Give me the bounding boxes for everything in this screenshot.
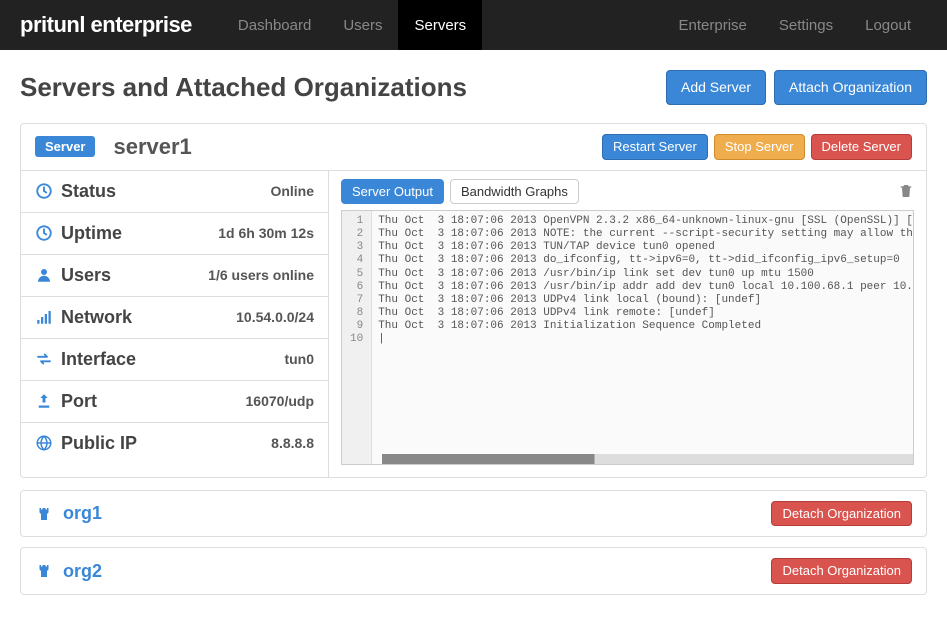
page-header: Servers and Attached Organizations Add S… — [20, 70, 927, 105]
stop-server-button[interactable]: Stop Server — [714, 134, 805, 160]
brand: pritunl enterprise — [20, 12, 192, 38]
navbar: pritunl enterprise Dashboard Users Serve… — [0, 0, 947, 50]
output-column: Server Output Bandwidth Graphs 123456789… — [329, 171, 926, 477]
nav-users[interactable]: Users — [327, 0, 398, 50]
stat-uptime-text: Uptime — [61, 223, 122, 244]
stat-uptime-label: Uptime — [35, 223, 122, 244]
exchange-icon — [35, 350, 53, 368]
detach-organization-button[interactable]: Detach Organization — [771, 501, 912, 527]
header-actions: Add Server Attach Organization — [666, 70, 927, 105]
delete-server-button[interactable]: Delete Server — [811, 134, 912, 160]
stat-public-ip: Public IP 8.8.8.8 — [21, 423, 328, 464]
stat-port-value: 16070/udp — [246, 393, 314, 409]
stat-users-text: Users — [61, 265, 111, 286]
nav-settings[interactable]: Settings — [763, 17, 849, 34]
nav-left: Dashboard Users Servers — [222, 0, 482, 50]
server-badge: Server — [35, 136, 95, 157]
stat-interface-label: Interface — [35, 349, 136, 370]
stat-port: Port 16070/udp — [21, 381, 328, 423]
org-row: org2 Detach Organization — [21, 548, 926, 594]
stat-interface-value: tun0 — [284, 351, 314, 367]
log-gutter: 12345678910 — [342, 211, 372, 464]
stat-status-value: Online — [270, 183, 314, 199]
nav-right: Enterprise Settings Logout — [663, 0, 927, 50]
org-panel: org1 Detach Organization — [20, 490, 927, 538]
stat-public-ip-value: 8.8.8.8 — [271, 435, 314, 451]
detach-organization-button[interactable]: Detach Organization — [771, 558, 912, 584]
tower-icon — [35, 505, 53, 523]
server-actions: Restart Server Stop Server Delete Server — [602, 134, 912, 160]
stat-interface: Interface tun0 — [21, 339, 328, 381]
stats-column: Status Online Uptime 1d 6h 30m 12s Users — [21, 171, 329, 477]
org-panel: org2 Detach Organization — [20, 547, 927, 595]
add-server-button[interactable]: Add Server — [666, 70, 766, 105]
stat-network-value: 10.54.0.0/24 — [236, 309, 314, 325]
user-icon — [35, 266, 53, 284]
organizations-list: org1 Detach Organization org2 Detach Organi… — [20, 490, 927, 595]
horizontal-scrollbar[interactable] — [382, 454, 913, 464]
restart-server-button[interactable]: Restart Server — [602, 134, 708, 160]
stat-users-value: 1/6 users online — [208, 267, 314, 283]
stat-users: Users 1/6 users online — [21, 255, 328, 297]
stat-network-label: Network — [35, 307, 132, 328]
signal-icon — [35, 308, 53, 326]
tower-icon — [35, 562, 53, 580]
stat-users-label: Users — [35, 265, 111, 286]
stat-interface-text: Interface — [61, 349, 136, 370]
stat-public-ip-text: Public IP — [61, 433, 137, 454]
stat-port-text: Port — [61, 391, 97, 412]
server-name: server1 — [113, 134, 191, 160]
clock-icon — [35, 182, 53, 200]
clear-log-icon[interactable] — [898, 183, 914, 199]
server-body: Status Online Uptime 1d 6h 30m 12s Users — [21, 171, 926, 477]
stat-public-ip-label: Public IP — [35, 433, 137, 454]
clock-icon — [35, 224, 53, 242]
attach-organization-button[interactable]: Attach Organization — [774, 70, 927, 105]
stat-port-label: Port — [35, 391, 97, 412]
globe-icon — [35, 434, 53, 452]
upload-icon — [35, 392, 53, 410]
nav-servers[interactable]: Servers — [398, 0, 482, 50]
page-title: Servers and Attached Organizations — [20, 72, 467, 103]
page: Servers and Attached Organizations Add S… — [0, 50, 947, 625]
tab-bandwidth-graphs[interactable]: Bandwidth Graphs — [450, 179, 579, 204]
nav-logout[interactable]: Logout — [849, 17, 927, 34]
stat-network-text: Network — [61, 307, 132, 328]
nav-dashboard[interactable]: Dashboard — [222, 0, 327, 50]
stat-uptime: Uptime 1d 6h 30m 12s — [21, 213, 328, 255]
stat-status-text: Status — [61, 181, 116, 202]
stat-status: Status Online — [21, 171, 328, 213]
server-panel: Server server1 Restart Server Stop Serve… — [20, 123, 927, 478]
org-name: org1 — [63, 503, 102, 524]
stat-uptime-value: 1d 6h 30m 12s — [218, 225, 314, 241]
server-header-row: Server server1 Restart Server Stop Serve… — [21, 124, 926, 171]
nav-enterprise[interactable]: Enterprise — [663, 17, 763, 34]
log-output[interactable]: 12345678910 Thu Oct 3 18:07:06 2013 Open… — [341, 210, 914, 465]
org-row: org1 Detach Organization — [21, 491, 926, 537]
log-lines: Thu Oct 3 18:07:06 2013 OpenVPN 2.3.2 x8… — [372, 211, 914, 464]
stat-status-label: Status — [35, 181, 116, 202]
stat-network: Network 10.54.0.0/24 — [21, 297, 328, 339]
tab-server-output[interactable]: Server Output — [341, 179, 444, 204]
org-name: org2 — [63, 561, 102, 582]
output-tabs: Server Output Bandwidth Graphs — [341, 179, 914, 204]
